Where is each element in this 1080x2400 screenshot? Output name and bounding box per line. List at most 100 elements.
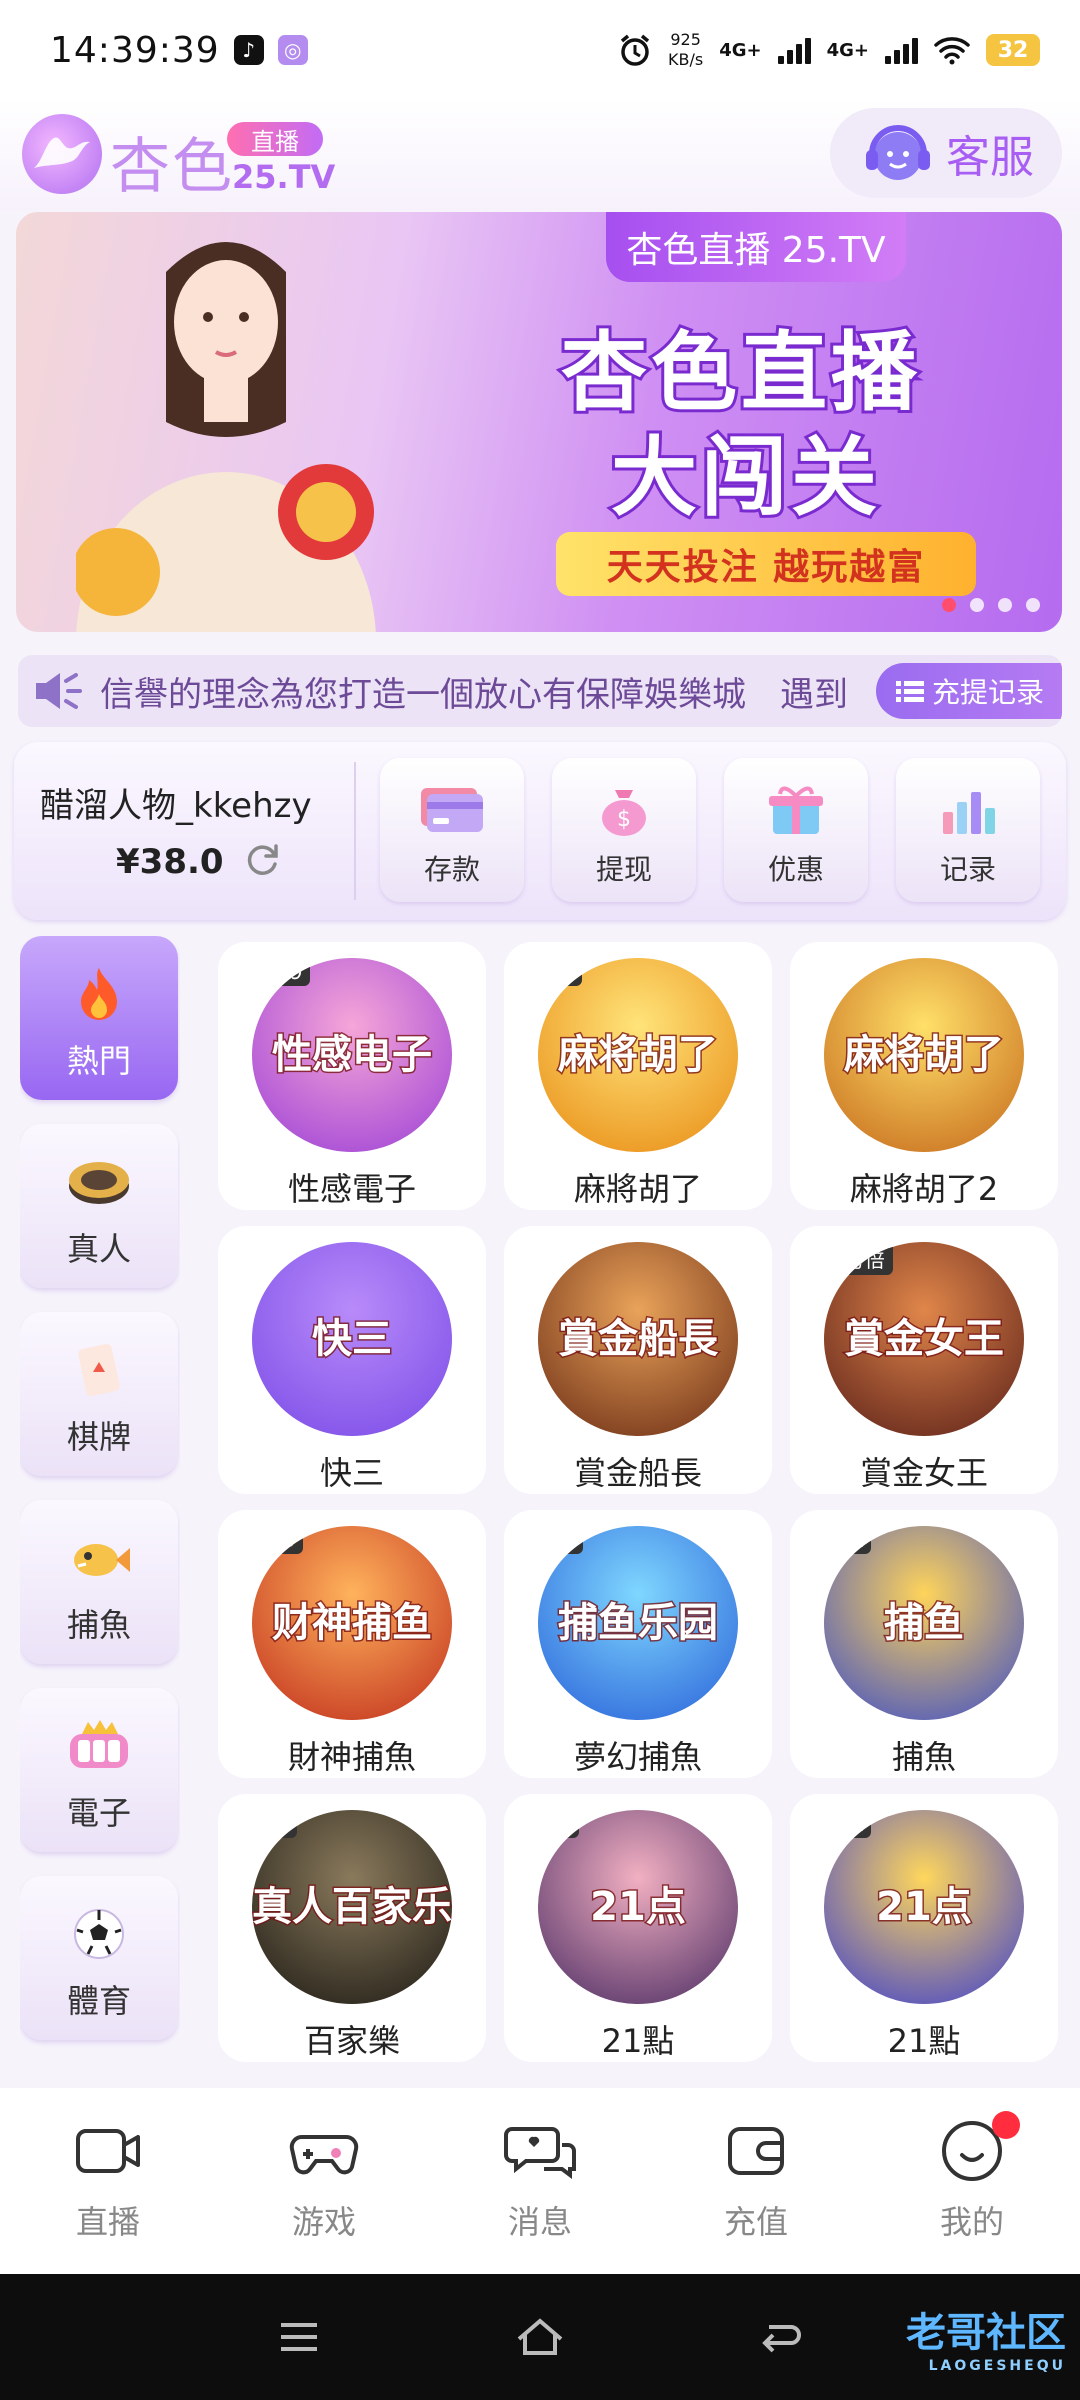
nav-games[interactable]: 游戏 — [234, 2119, 414, 2243]
camera-icon — [76, 2129, 140, 2173]
refresh-icon[interactable] — [242, 840, 282, 880]
network-type-2: 4G+ — [826, 39, 869, 61]
watermark-text: 老哥社区 — [906, 2310, 1066, 2356]
banner-dot[interactable] — [970, 598, 984, 612]
provider-badge: WL — [824, 1526, 871, 1554]
battery-indicator: 32 — [986, 34, 1040, 66]
game-thumbnail: 麻将胡了 PG — [538, 958, 738, 1152]
banner-dot[interactable] — [942, 598, 956, 612]
withdraw-label: 提现 — [595, 853, 652, 886]
game-card[interactable]: 麻将胡了 PG 麻將胡了 — [504, 942, 772, 1210]
banner-pagination[interactable] — [942, 598, 1040, 612]
category-live[interactable]: 真人 — [20, 1124, 178, 1288]
withdraw-button[interactable]: $ 提现 — [552, 758, 696, 902]
category-label: 體育 — [66, 1982, 131, 2020]
status-bar: 14:39:39 ♪ ◎ 925 KB/s 4G+ 4G+ 32 — [0, 0, 1080, 100]
chip-icon — [69, 1162, 129, 1204]
game-label: 21點 — [601, 2022, 675, 2060]
chat-icon — [504, 2127, 576, 2179]
category-label: 真人 — [66, 1230, 131, 1268]
game-thumbnail-text: 21点 — [875, 1884, 974, 1931]
game-card[interactable]: 21点 KY 21點 — [504, 1794, 772, 2062]
money-bag-icon: $ — [602, 790, 646, 836]
game-thumbnail-text: 麻将胡了 — [557, 1032, 720, 1079]
menu-icon[interactable] — [277, 2319, 321, 2355]
game-card[interactable]: 賞金女王 5万倍 賞金女王 — [790, 1226, 1058, 1494]
game-thumbnail: 快三 — [252, 1242, 452, 1436]
slot-icon — [70, 1720, 128, 1768]
records-button[interactable]: 记录 — [896, 758, 1040, 902]
back-icon[interactable] — [759, 2319, 803, 2355]
banner-dot[interactable] — [998, 598, 1012, 612]
provider-badge: PG — [538, 958, 582, 986]
nav-profile[interactable]: 我的 — [882, 2111, 1062, 2243]
promotions-button[interactable]: 优惠 — [724, 758, 868, 902]
nav-label: 充值 — [723, 2203, 788, 2241]
banner-slogan: 天天投注 越玩越富 — [556, 532, 976, 596]
wallet-actions: 存款 $ 提现 优惠 记录 — [380, 758, 1040, 902]
logo-subtext: 25.TV — [232, 158, 336, 196]
game-card[interactable]: 21点 WL 21點 — [790, 1794, 1058, 2062]
game-card[interactable]: 捕鱼乐园 AG 夢幻捕魚 — [504, 1510, 772, 1778]
nav-messages[interactable]: 消息 — [450, 2119, 630, 2243]
category-fishing[interactable]: 捕魚 — [20, 1500, 178, 1664]
customer-service-button[interactable]: 客服 — [830, 108, 1062, 198]
provider-badge: CQ9 — [252, 958, 311, 986]
signal-icon — [885, 36, 918, 64]
deposit-label: 存款 — [423, 853, 480, 886]
wifi-icon — [934, 37, 970, 65]
game-card[interactable]: 性感电子 CQ9 性感電子 — [218, 942, 486, 1210]
network-type-1: 4G+ — [719, 39, 762, 61]
game-thumbnail: 賞金女王 5万倍 — [824, 1242, 1024, 1436]
category-slots[interactable]: 電子 — [20, 1688, 178, 1852]
category-hot[interactable]: 熱門 — [20, 936, 178, 1100]
game-card[interactable]: 真人百家乐 AG 百家樂 — [218, 1794, 486, 2062]
watermark-logo: 老哥社区 LAOGESHEQU — [830, 2296, 1066, 2378]
banner-dot[interactable] — [1026, 598, 1040, 612]
nav-label: 消息 — [507, 2203, 572, 2241]
deposit-button[interactable]: 存款 — [380, 758, 524, 902]
category-card[interactable]: 棋牌 — [20, 1312, 178, 1476]
provider-badge: 5万倍 — [824, 1242, 893, 1275]
recharge-record-label: 充提记录 — [932, 676, 1045, 709]
category-label: 捕魚 — [66, 1606, 131, 1644]
promo-banner[interactable]: 杏色直播 25.TV 杏色直播 大闯关 天天投注 越玩越富 — [16, 212, 1062, 632]
home-icon[interactable] — [515, 2317, 565, 2357]
game-thumbnail-text: 21点 — [589, 1884, 688, 1931]
soccer-ball-icon — [74, 1909, 124, 1959]
category-label: 熱門 — [66, 1042, 131, 1080]
game-label: 賞金船長 — [573, 1454, 702, 1492]
category-sports[interactable]: 體育 — [20, 1876, 178, 2040]
game-card[interactable]: 财神捕鱼 JDB 財神捕魚 — [218, 1510, 486, 1778]
wallet-icon — [728, 2127, 784, 2175]
logo-badge: 直播 — [227, 122, 323, 156]
gift-icon — [769, 786, 823, 834]
recharge-record-button[interactable]: 充提记录 — [876, 663, 1062, 719]
game-label: 21點 — [887, 2022, 961, 2060]
nav-label: 我的 — [939, 2203, 1004, 2241]
game-card[interactable]: 快三 快三 — [218, 1226, 486, 1494]
provider-badge: AG — [538, 1526, 583, 1554]
game-thumbnail-text: 财神捕鱼 — [271, 1600, 434, 1647]
game-label: 百家樂 — [303, 2022, 400, 2060]
card-icon — [421, 788, 483, 832]
list-icon — [896, 681, 924, 702]
game-card[interactable]: 麻将胡了 麻將胡了2 — [790, 942, 1058, 1210]
game-thumbnail: 麻将胡了 — [824, 958, 1024, 1152]
bar-chart-icon — [943, 792, 995, 834]
signal-icon — [777, 36, 811, 64]
game-card[interactable]: 捕鱼 WL 捕魚 — [790, 1510, 1058, 1778]
game-card[interactable]: 賞金船長 賞金船長 — [504, 1226, 772, 1494]
customer-service-label: 客服 — [946, 132, 1034, 183]
game-label: 財神捕魚 — [287, 1738, 416, 1776]
nav-recharge[interactable]: 充值 — [666, 2119, 846, 2243]
category-sidebar: 熱門 真人 棋牌 捕魚 電子 體育 — [20, 936, 180, 2086]
flame-icon — [81, 968, 117, 1020]
status-indicators: 925 KB/s 4G+ 4G+ 32 — [618, 30, 1040, 70]
wallet-panel: 醋溜人物_kkehzy ¥38.0 存款 $ 提现 优惠 记录 — [14, 742, 1066, 920]
game-thumbnail: 捕鱼乐园 AG — [538, 1526, 738, 1720]
announcement-marquee[interactable]: 信譽的理念為您打造一個放心有保障娛樂城 遇到 充提记录 — [18, 655, 1062, 727]
banner-logo: 杏色直播 25.TV — [606, 212, 906, 282]
nav-live[interactable]: 直播 — [18, 2119, 198, 2243]
game-thumbnail-text: 賞金船長 — [557, 1316, 720, 1363]
